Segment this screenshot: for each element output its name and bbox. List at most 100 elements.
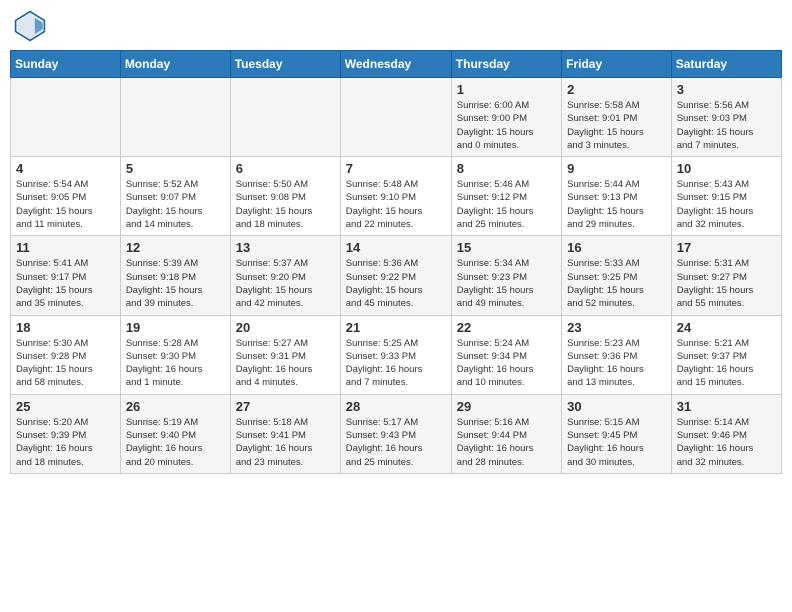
day-number: 12	[126, 240, 225, 255]
day-info: Sunrise: 5:36 AM Sunset: 9:22 PM Dayligh…	[346, 257, 446, 310]
calendar-cell: 11 Sunrise: 5:41 AM Sunset: 9:17 PM Dayli…	[11, 236, 121, 315]
day-info: Sunrise: 5:18 AM Sunset: 9:41 PM Dayligh…	[236, 416, 335, 469]
header-day: Monday	[120, 51, 230, 78]
calendar-cell: 28Sunrise: 5:17 AM Sunset: 9:43 PM Dayli…	[340, 394, 451, 473]
calendar-cell	[120, 78, 230, 157]
logo-icon	[14, 10, 46, 42]
day-number: 22	[457, 320, 556, 335]
calendar-cell: 4Sunrise: 5:54 AM Sunset: 9:05 PM Daylig…	[11, 157, 121, 236]
calendar-cell	[340, 78, 451, 157]
header-day: Tuesday	[230, 51, 340, 78]
calendar-cell: 17 Sunrise: 5:31 AM Sunset: 9:27 PM Dayli…	[671, 236, 781, 315]
calendar-cell: 22 Sunrise: 5:24 AM Sunset: 9:34 PM Dayli…	[451, 315, 561, 394]
day-number: 5	[126, 161, 225, 176]
day-info: Sunrise: 5:52 AM Sunset: 9:07 PM Dayligh…	[126, 178, 225, 231]
day-info: Sunrise: 5:17 AM Sunset: 9:43 PM Dayligh…	[346, 416, 446, 469]
day-number: 20	[236, 320, 335, 335]
day-info: Sunrise: 5:50 AM Sunset: 9:08 PM Dayligh…	[236, 178, 335, 231]
calendar-cell	[230, 78, 340, 157]
calendar-cell: 2Sunrise: 5:58 AM Sunset: 9:01 PM Daylig…	[562, 78, 672, 157]
day-number: 8	[457, 161, 556, 176]
calendar-cell: 16 Sunrise: 5:33 AM Sunset: 9:25 PM Dayli…	[562, 236, 672, 315]
day-info: Sunrise: 5:16 AM Sunset: 9:44 PM Dayligh…	[457, 416, 556, 469]
day-number: 27	[236, 399, 335, 414]
day-info: Sunrise: 5:46 AM Sunset: 9:12 PM Dayligh…	[457, 178, 556, 231]
day-info: Sunrise: 5:14 AM Sunset: 9:46 PM Dayligh…	[677, 416, 776, 469]
calendar-cell: 24 Sunrise: 5:21 AM Sunset: 9:37 PM Dayli…	[671, 315, 781, 394]
day-info: Sunrise: 5:15 AM Sunset: 9:45 PM Dayligh…	[567, 416, 666, 469]
day-number: 25	[16, 399, 115, 414]
calendar-cell: 12Sunrise: 5:39 AM Sunset: 9:18 PM Dayli…	[120, 236, 230, 315]
header-day: Sunday	[11, 51, 121, 78]
day-number: 2	[567, 82, 666, 97]
calendar-week-row: 4Sunrise: 5:54 AM Sunset: 9:05 PM Daylig…	[11, 157, 782, 236]
header-day: Friday	[562, 51, 672, 78]
day-number: 23	[567, 320, 666, 335]
calendar-week-row: 11 Sunrise: 5:41 AM Sunset: 9:17 PM Dayli…	[11, 236, 782, 315]
day-number: 11	[16, 240, 115, 255]
calendar-cell: 25 Sunrise: 5:20 AM Sunset: 9:39 PM Dayli…	[11, 394, 121, 473]
day-info: Sunrise: 5:56 AM Sunset: 9:03 PM Dayligh…	[677, 99, 776, 152]
day-number: 14	[346, 240, 446, 255]
calendar-week-row: 18 Sunrise: 5:30 AM Sunset: 9:28 PM Dayli…	[11, 315, 782, 394]
calendar-body: 1 Sunrise: 6:00 AM Sunset: 9:00 PM Daylig…	[11, 78, 782, 474]
day-number: 13	[236, 240, 335, 255]
day-info: Sunrise: 5:21 AM Sunset: 9:37 PM Dayligh…	[677, 337, 776, 390]
day-info: Sunrise: 5:41 AM Sunset: 9:17 PM Dayligh…	[16, 257, 115, 310]
day-info: Sunrise: 5:44 AM Sunset: 9:13 PM Dayligh…	[567, 178, 666, 231]
calendar-cell: 18 Sunrise: 5:30 AM Sunset: 9:28 PM Dayli…	[11, 315, 121, 394]
calendar-week-row: 1 Sunrise: 6:00 AM Sunset: 9:00 PM Daylig…	[11, 78, 782, 157]
day-number: 9	[567, 161, 666, 176]
day-number: 24	[677, 320, 776, 335]
day-info: Sunrise: 5:30 AM Sunset: 9:28 PM Dayligh…	[16, 337, 115, 390]
day-info: Sunrise: 5:24 AM Sunset: 9:34 PM Dayligh…	[457, 337, 556, 390]
calendar-cell: 1 Sunrise: 6:00 AM Sunset: 9:00 PM Daylig…	[451, 78, 561, 157]
calendar-cell	[11, 78, 121, 157]
day-number: 17	[677, 240, 776, 255]
day-info: Sunrise: 5:25 AM Sunset: 9:33 PM Dayligh…	[346, 337, 446, 390]
day-info: Sunrise: 5:34 AM Sunset: 9:23 PM Dayligh…	[457, 257, 556, 310]
day-number: 18	[16, 320, 115, 335]
day-number: 26	[126, 399, 225, 414]
day-info: Sunrise: 5:48 AM Sunset: 9:10 PM Dayligh…	[346, 178, 446, 231]
day-info: Sunrise: 6:00 AM Sunset: 9:00 PM Dayligh…	[457, 99, 556, 152]
calendar-cell: 3 Sunrise: 5:56 AM Sunset: 9:03 PM Daylig…	[671, 78, 781, 157]
day-number: 19	[126, 320, 225, 335]
header-row: SundayMondayTuesdayWednesdayThursdayFrid…	[11, 51, 782, 78]
calendar-cell: 23 Sunrise: 5:23 AM Sunset: 9:36 PM Dayli…	[562, 315, 672, 394]
day-info: Sunrise: 5:19 AM Sunset: 9:40 PM Dayligh…	[126, 416, 225, 469]
day-number: 10	[677, 161, 776, 176]
day-number: 21	[346, 320, 446, 335]
day-info: Sunrise: 5:20 AM Sunset: 9:39 PM Dayligh…	[16, 416, 115, 469]
calendar-cell: 10 Sunrise: 5:43 AM Sunset: 9:15 PM Dayli…	[671, 157, 781, 236]
day-info: Sunrise: 5:33 AM Sunset: 9:25 PM Dayligh…	[567, 257, 666, 310]
calendar-cell: 9 Sunrise: 5:44 AM Sunset: 9:13 PM Daylig…	[562, 157, 672, 236]
calendar-header: SundayMondayTuesdayWednesdayThursdayFrid…	[11, 51, 782, 78]
calendar-cell: 14 Sunrise: 5:36 AM Sunset: 9:22 PM Dayli…	[340, 236, 451, 315]
calendar-cell: 5 Sunrise: 5:52 AM Sunset: 9:07 PM Daylig…	[120, 157, 230, 236]
calendar-cell: 7 Sunrise: 5:48 AM Sunset: 9:10 PM Daylig…	[340, 157, 451, 236]
day-info: Sunrise: 5:27 AM Sunset: 9:31 PM Dayligh…	[236, 337, 335, 390]
header-day: Saturday	[671, 51, 781, 78]
calendar-table: SundayMondayTuesdayWednesdayThursdayFrid…	[10, 50, 782, 474]
day-info: Sunrise: 5:43 AM Sunset: 9:15 PM Dayligh…	[677, 178, 776, 231]
calendar-cell: 26 Sunrise: 5:19 AM Sunset: 9:40 PM Dayli…	[120, 394, 230, 473]
day-info: Sunrise: 5:23 AM Sunset: 9:36 PM Dayligh…	[567, 337, 666, 390]
day-number: 1	[457, 82, 556, 97]
calendar-week-row: 25 Sunrise: 5:20 AM Sunset: 9:39 PM Dayli…	[11, 394, 782, 473]
day-number: 7	[346, 161, 446, 176]
day-number: 6	[236, 161, 335, 176]
header-day: Wednesday	[340, 51, 451, 78]
calendar-cell: 27 Sunrise: 5:18 AM Sunset: 9:41 PM Dayli…	[230, 394, 340, 473]
day-number: 31	[677, 399, 776, 414]
day-info: Sunrise: 5:31 AM Sunset: 9:27 PM Dayligh…	[677, 257, 776, 310]
day-number: 4	[16, 161, 115, 176]
day-number: 16	[567, 240, 666, 255]
page-header	[10, 10, 782, 42]
calendar-cell: 31 Sunrise: 5:14 AM Sunset: 9:46 PM Dayli…	[671, 394, 781, 473]
calendar-cell: 29 Sunrise: 5:16 AM Sunset: 9:44 PM Dayli…	[451, 394, 561, 473]
day-number: 29	[457, 399, 556, 414]
calendar-cell: 30Sunrise: 5:15 AM Sunset: 9:45 PM Dayli…	[562, 394, 672, 473]
day-number: 3	[677, 82, 776, 97]
header-day: Thursday	[451, 51, 561, 78]
